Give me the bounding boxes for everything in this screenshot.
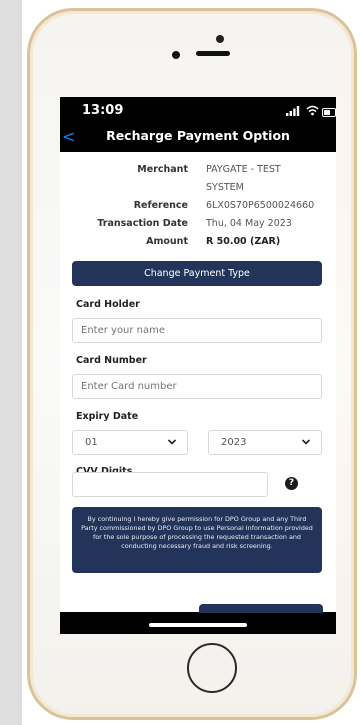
merchant-label: Merchant <box>137 164 188 175</box>
change-payment-type-button[interactable]: Change Payment Type <box>72 261 322 286</box>
phone-screen: 13:09 < Recharge Payment Option Merchant… <box>60 97 336 634</box>
signal-icon <box>286 106 300 116</box>
expiry-month-select[interactable]: 01 <box>72 430 188 455</box>
pay-button-peek[interactable] <box>199 604 323 613</box>
card-number-label: Card Number <box>76 355 147 366</box>
camera-dot <box>216 35 224 43</box>
clock: 13:09 <box>82 103 124 118</box>
home-indicator <box>149 623 247 627</box>
card-number-input[interactable] <box>72 374 322 399</box>
front-camera <box>172 51 180 59</box>
amount-label: Amount <box>146 236 188 247</box>
expiry-month-value: 01 <box>85 437 98 448</box>
reference-label: Reference <box>133 200 188 211</box>
expiry-year-select[interactable]: 2023 <box>208 430 322 455</box>
battery-icon <box>322 108 336 117</box>
chevron-down-icon <box>167 439 177 445</box>
cvv-input[interactable] <box>72 472 268 497</box>
status-bar: 13:09 <box>60 97 336 125</box>
reference-value: 6LX0S70P6500024660 <box>206 200 315 211</box>
home-button[interactable] <box>187 643 237 693</box>
nav-bar: < Recharge Payment Option <box>60 125 336 149</box>
transaction-date-value: Thu, 04 May 2023 <box>206 218 292 229</box>
consent-notice: By continuing I hereby give permission f… <box>72 507 322 573</box>
expiry-date-label: Expiry Date <box>76 411 139 422</box>
chevron-down-icon <box>301 439 311 445</box>
wifi-icon <box>306 105 319 116</box>
transaction-date-label: Transaction Date <box>97 218 188 229</box>
page-title: Recharge Payment Option <box>106 128 290 143</box>
card-holder-label: Card Holder <box>76 299 140 310</box>
amount-value: R 50.00 (ZAR) <box>206 236 281 247</box>
merchant-value-line2: SYSTEM <box>206 182 244 193</box>
merchant-value-line1: PAYGATE - TEST <box>206 164 281 175</box>
help-icon[interactable]: ? <box>285 477 298 490</box>
card-holder-input[interactable] <box>72 318 322 343</box>
expiry-year-value: 2023 <box>221 437 247 448</box>
speaker-grille <box>196 51 230 56</box>
